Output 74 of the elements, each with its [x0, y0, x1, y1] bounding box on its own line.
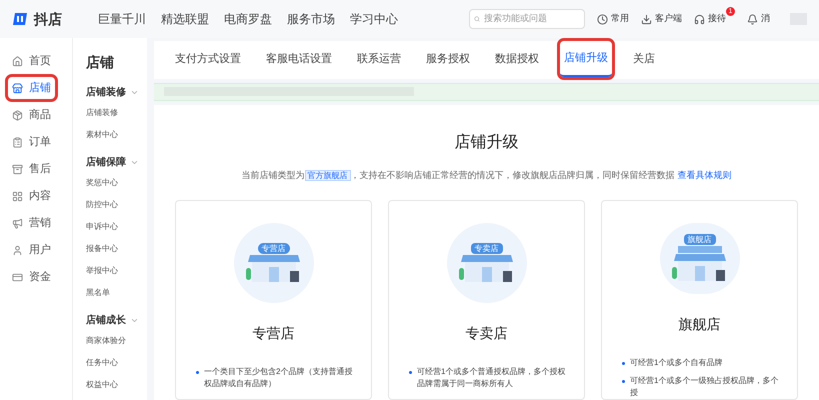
nav-item[interactable]: 内容 — [8, 185, 55, 207]
nav-item[interactable]: 用户 — [8, 239, 55, 261]
nav-group[interactable]: 店铺保障 — [86, 152, 139, 172]
storefront-drawing — [246, 254, 302, 284]
sub-nav-item[interactable]: 任务中心 — [86, 352, 147, 374]
content-icon — [12, 190, 23, 202]
tab[interactable]: 客服电话设置 — [262, 41, 336, 77]
tab[interactable]: 店铺升级 — [560, 41, 612, 77]
card-title: 旗舰店 — [678, 315, 720, 334]
sub-nav-item[interactable]: 举报中心 — [86, 260, 147, 282]
top-nav-link[interactable]: 服务市场 — [287, 10, 335, 28]
sub-nav-item[interactable]: 店铺装修 — [86, 102, 147, 124]
nav-item[interactable]: 订单 — [8, 131, 55, 153]
tab[interactable]: 支付方式设置 — [171, 41, 245, 77]
nav-item[interactable]: 资金 — [8, 266, 55, 288]
top-action[interactable]: 接待 — [694, 12, 726, 26]
nav-item[interactable]: 售后 — [8, 158, 55, 180]
sub-nav-title: 店铺 — [86, 53, 115, 72]
logo-text: 抖店 — [34, 10, 62, 28]
intro-text: 当前店铺类型为 官方旗舰店 ，支持在不影响店铺正常经营的情况下，修改旗舰店品牌归属，同时保留经营数据 查看具体规则 — [242, 168, 732, 182]
card-title: 专营店 — [252, 324, 294, 343]
aftersale-icon — [12, 164, 23, 174]
tab[interactable]: 联系运营 — [353, 41, 405, 77]
top-nav-link[interactable]: 巨量千川 — [98, 10, 146, 28]
top-action[interactable]: 消 — [747, 12, 770, 26]
nav-group[interactable]: 店铺成长 — [86, 310, 139, 330]
nav-item[interactable]: 店铺 — [8, 77, 55, 99]
sub-nav-item[interactable]: 奖惩中心 — [86, 172, 147, 194]
marketing-icon — [12, 218, 23, 228]
store-sign: 专营店 — [258, 242, 290, 254]
sub-nav-item[interactable]: 防控中心 — [86, 194, 147, 216]
home-icon — [12, 56, 23, 66]
top-nav-link[interactable]: 学习中心 — [350, 10, 398, 28]
tab[interactable]: 关店 — [629, 41, 659, 77]
goods-icon — [12, 110, 23, 120]
top-action[interactable]: 常用 — [597, 12, 629, 26]
nav-item[interactable]: 营销 — [8, 212, 55, 234]
user-icon — [12, 244, 23, 256]
nav-group[interactable]: 店铺装修 — [86, 82, 139, 102]
page-title: 店铺升级 — [454, 132, 518, 152]
top-nav-link[interactable]: 精选联盟 — [161, 10, 209, 28]
headset-icon — [694, 14, 705, 24]
search-field[interactable]: 搜索功能或问题 — [469, 9, 585, 29]
download-icon — [641, 14, 652, 24]
feature-text: 可经营1个或多个普通授权品牌，多个授权品牌需属于同一商标所有人 — [417, 366, 566, 390]
sub-nav-item[interactable]: 权益中心 — [86, 374, 147, 396]
nav-item[interactable]: 商品 — [8, 104, 55, 126]
sub-nav-item[interactable]: 商家体验分 — [86, 330, 147, 352]
logo-icon — [12, 11, 30, 27]
funds-icon — [12, 272, 23, 282]
storefront-drawing — [458, 254, 514, 284]
clock-icon — [597, 14, 608, 24]
card-title: 专卖店 — [466, 324, 508, 343]
rules-link[interactable]: 查看具体规则 — [678, 170, 732, 180]
nav-item[interactable]: 首页 — [8, 50, 55, 72]
store-sign: 专卖店 — [470, 242, 502, 254]
feature-text: 可经营1个或多个一级独占授权品牌，多个授 — [630, 375, 780, 399]
tab[interactable]: 服务授权 — [422, 41, 474, 77]
sub-nav-item[interactable]: 黑名单 — [86, 282, 147, 304]
storefront-drawing — [672, 245, 728, 283]
sub-nav-item[interactable]: 报备中心 — [86, 238, 147, 260]
tab[interactable]: 数据授权 — [491, 41, 543, 77]
store-icon — [12, 82, 23, 94]
feature-text: 一个类目下至少包含2个品牌（支持普通授权品牌或自有品牌） — [204, 366, 354, 390]
sub-nav-item[interactable]: 素材中心 — [86, 124, 147, 146]
search-icon — [474, 14, 480, 24]
top-action[interactable]: 客户端 — [641, 12, 682, 26]
search-input[interactable]: 搜索功能或问题 — [484, 12, 580, 26]
sub-nav-item[interactable]: 申诉中心 — [86, 216, 147, 238]
order-icon — [12, 136, 23, 148]
bell-icon — [747, 14, 758, 24]
feature-text: 可经营1个或多个自有品牌 — [630, 357, 722, 369]
top-nav-link[interactable]: 电商罗盘 — [224, 10, 272, 28]
store-sign: 旗舰店 — [684, 234, 716, 245]
